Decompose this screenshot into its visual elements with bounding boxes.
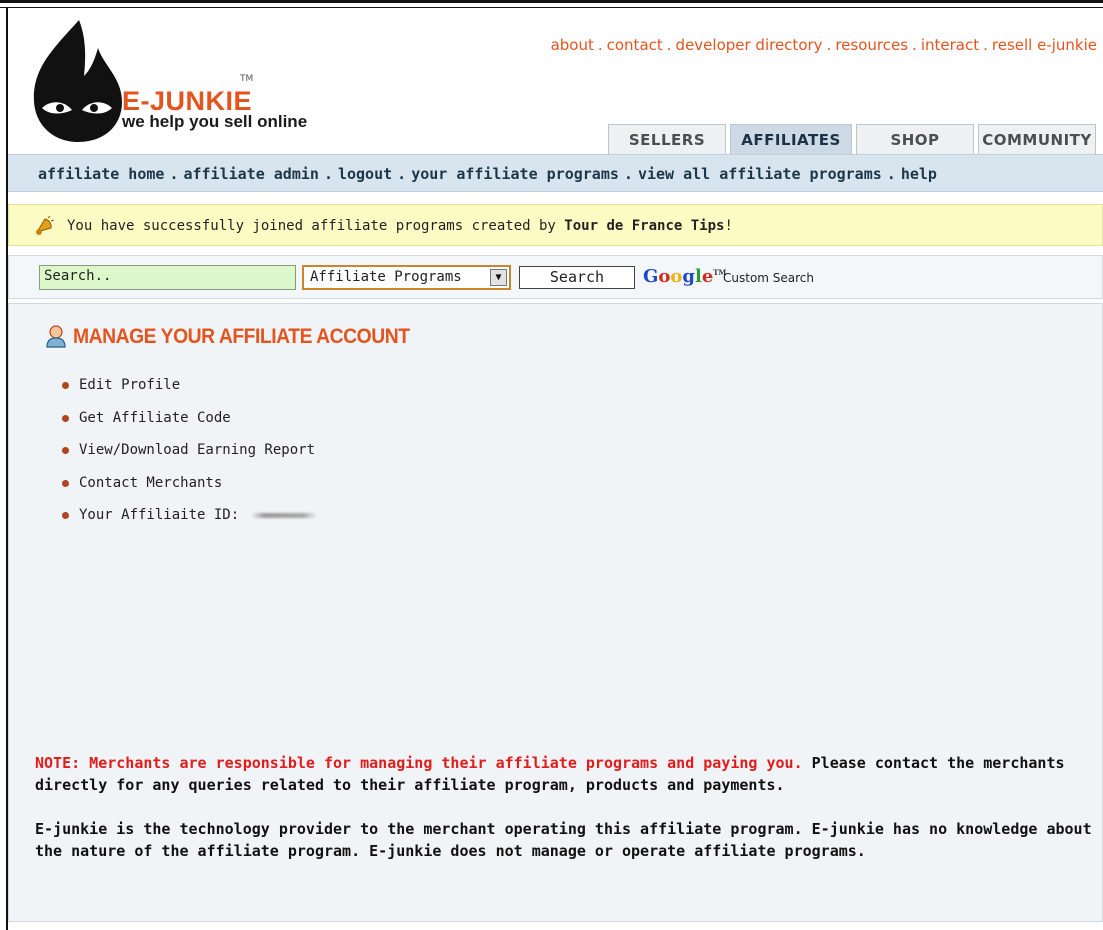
notice-text: You have successfully joined affiliate p… <box>67 218 565 234</box>
top-link-interact[interactable]: interact <box>921 36 979 54</box>
merchant-note: NOTE: Merchants are responsible for mana… <box>35 752 1095 884</box>
top-link-developer-directory[interactable]: developer directory <box>676 36 823 54</box>
nav-view-all-affiliate-programs[interactable]: view all affiliate programs <box>638 165 882 183</box>
notice-merchant-name: Tour de France Tips <box>564 218 725 234</box>
list-item: Get Affiliate Code <box>59 409 317 442</box>
google-logo: GoogleTM <box>643 266 727 287</box>
success-notice: You have successfully joined affiliate p… <box>8 204 1103 246</box>
tagline: we help you sell online <box>122 112 308 131</box>
get-affiliate-code-link[interactable]: Get Affiliate Code <box>79 410 231 426</box>
window-top-border <box>0 0 1103 8</box>
affiliate-id-row: Your Affiliaite ID: <box>59 506 318 539</box>
tab-affiliates[interactable]: AFFILIATES <box>730 124 852 154</box>
nav-affiliate-admin[interactable]: affiliate admin <box>183 165 318 183</box>
nav-affiliate-home[interactable]: affiliate home <box>38 165 164 183</box>
edit-profile-link[interactable]: Edit Profile <box>79 377 180 393</box>
user-icon <box>46 325 66 348</box>
search-category-value: Affiliate Programs <box>310 269 462 285</box>
top-link-resources[interactable]: resources <box>835 36 908 54</box>
search-bar: Search.. Affiliate Programs ▼ Search Goo… <box>8 255 1103 299</box>
trademark-mark: TM <box>240 74 254 84</box>
page-title: MANAGE YOUR AFFILIATE ACCOUNT <box>73 325 410 348</box>
list-item: Edit Profile <box>59 376 317 409</box>
bell-icon <box>35 216 55 235</box>
tab-sellers[interactable]: SELLERS <box>608 124 726 154</box>
search-category-select[interactable]: Affiliate Programs ▼ <box>302 265 511 290</box>
top-link-contact[interactable]: contact <box>607 36 663 54</box>
nav-separator: . <box>886 165 896 183</box>
account-menu: Edit Profile Get Affiliate Code View/Dow… <box>59 376 318 539</box>
link-separator: . <box>912 36 917 54</box>
affiliate-account-panel: MANAGE YOUR AFFILIATE ACCOUNT Edit Profi… <box>8 303 1103 922</box>
nav-your-affiliate-programs[interactable]: your affiliate programs <box>411 165 619 183</box>
main-tabs: SELLERS AFFILIATES SHOP COMMUNITY <box>608 124 1100 154</box>
earning-report-link[interactable]: View/Download Earning Report <box>79 442 315 458</box>
nav-separator: . <box>623 165 633 183</box>
flame-logo-icon[interactable] <box>24 18 128 144</box>
disclaimer-paragraph: E-junkie is the technology provider to t… <box>35 820 1092 860</box>
nav-help[interactable]: help <box>901 165 937 183</box>
nav-separator: . <box>323 165 333 183</box>
contact-merchants-link[interactable]: Contact Merchants <box>79 475 222 491</box>
page: E-JUNKIE TM we help you sell online abou… <box>8 8 1103 930</box>
tab-community[interactable]: COMMUNITY <box>978 124 1096 154</box>
nav-separator: . <box>397 165 407 183</box>
search-button[interactable]: Search <box>519 266 635 289</box>
top-link-resell[interactable]: resell e-junkie <box>992 36 1097 54</box>
link-separator: . <box>666 36 672 54</box>
affiliate-nav-bar: affiliate home. affiliate admin. logout. yo… <box>8 154 1103 192</box>
affiliate-id-redacted <box>251 512 318 518</box>
custom-search-label: Custom Search <box>723 271 815 285</box>
note-paragraph: NOTE: Merchants are responsible for mana… <box>35 752 1095 796</box>
list-item: View/Download Earning Report <box>59 441 317 474</box>
link-separator: . <box>597 36 603 54</box>
link-separator: . <box>826 36 832 54</box>
list-item: Contact Merchants <box>59 474 317 507</box>
tab-shop[interactable]: SHOP <box>856 124 974 154</box>
note-warning: NOTE: Merchants are responsible for mana… <box>35 754 803 772</box>
notice-text-end: ! <box>724 218 733 234</box>
top-links: about. contact. developer directory. resour… <box>551 36 1097 54</box>
affiliate-id-label: Your Affiliaite ID: <box>79 507 240 523</box>
top-link-about[interactable]: about <box>551 36 594 54</box>
site-header: E-JUNKIE TM we help you sell online abou… <box>8 8 1103 154</box>
link-separator: . <box>983 36 988 54</box>
nav-separator: . <box>169 165 179 183</box>
search-input[interactable]: Search.. <box>39 265 296 290</box>
chevron-down-icon[interactable]: ▼ <box>490 269 507 286</box>
nav-logout[interactable]: logout <box>338 165 392 183</box>
